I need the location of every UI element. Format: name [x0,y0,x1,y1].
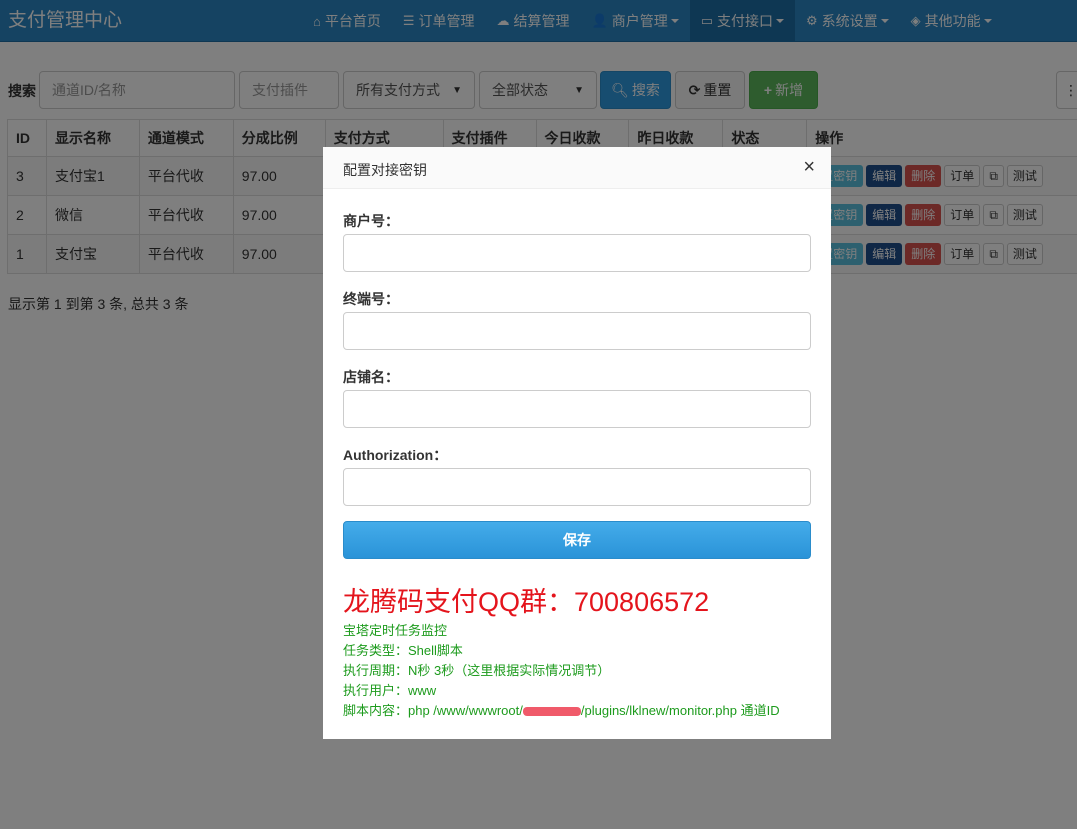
monitor-instructions: 宝塔定时任务监控 任务类型：Shell脚本 执行周期：N秒 3秒（这里根据实际情… [343,621,780,721]
script-suffix: /plugins/lklnew/monitor.php 通道ID [580,703,780,718]
instruction-line: 执行周期：N秒 3秒（这里根据实际情况调节） [343,663,611,678]
instruction-line: 宝塔定时任务监控 [343,623,448,638]
merchant-no-label: 商户号： [343,213,399,229]
instruction-line: 任务类型：Shell脚本 [343,643,463,658]
modal-header: 配置对接密钥 × [323,147,831,189]
save-button[interactable]: 保存 [343,521,811,559]
script-line: 脚本内容：php /www/wwwroot/ /plugins/lklnew/mo… [343,701,780,721]
authorization-input[interactable] [343,468,811,506]
merchant-no-input[interactable] [343,234,811,272]
authorization-label: Authorization： [343,447,448,463]
config-key-modal: 配置对接密钥 × 商户号： 终端号： 店铺名： Authorization： 保… [323,147,831,739]
modal-title: 配置对接密钥 [343,162,427,178]
close-icon[interactable]: × [803,157,815,177]
terminal-no-input[interactable] [343,312,811,350]
shop-name-input[interactable] [343,390,811,428]
terminal-no-label: 终端号： [343,291,399,307]
shop-name-label: 店铺名： [343,369,399,385]
script-prefix: 脚本内容：php /www/wwwroot/ [343,703,523,718]
redaction-mark [522,707,581,717]
instruction-line: 执行用户：www [343,683,437,698]
qq-group-notice: 龙腾码支付QQ群：700806572 [343,587,710,617]
